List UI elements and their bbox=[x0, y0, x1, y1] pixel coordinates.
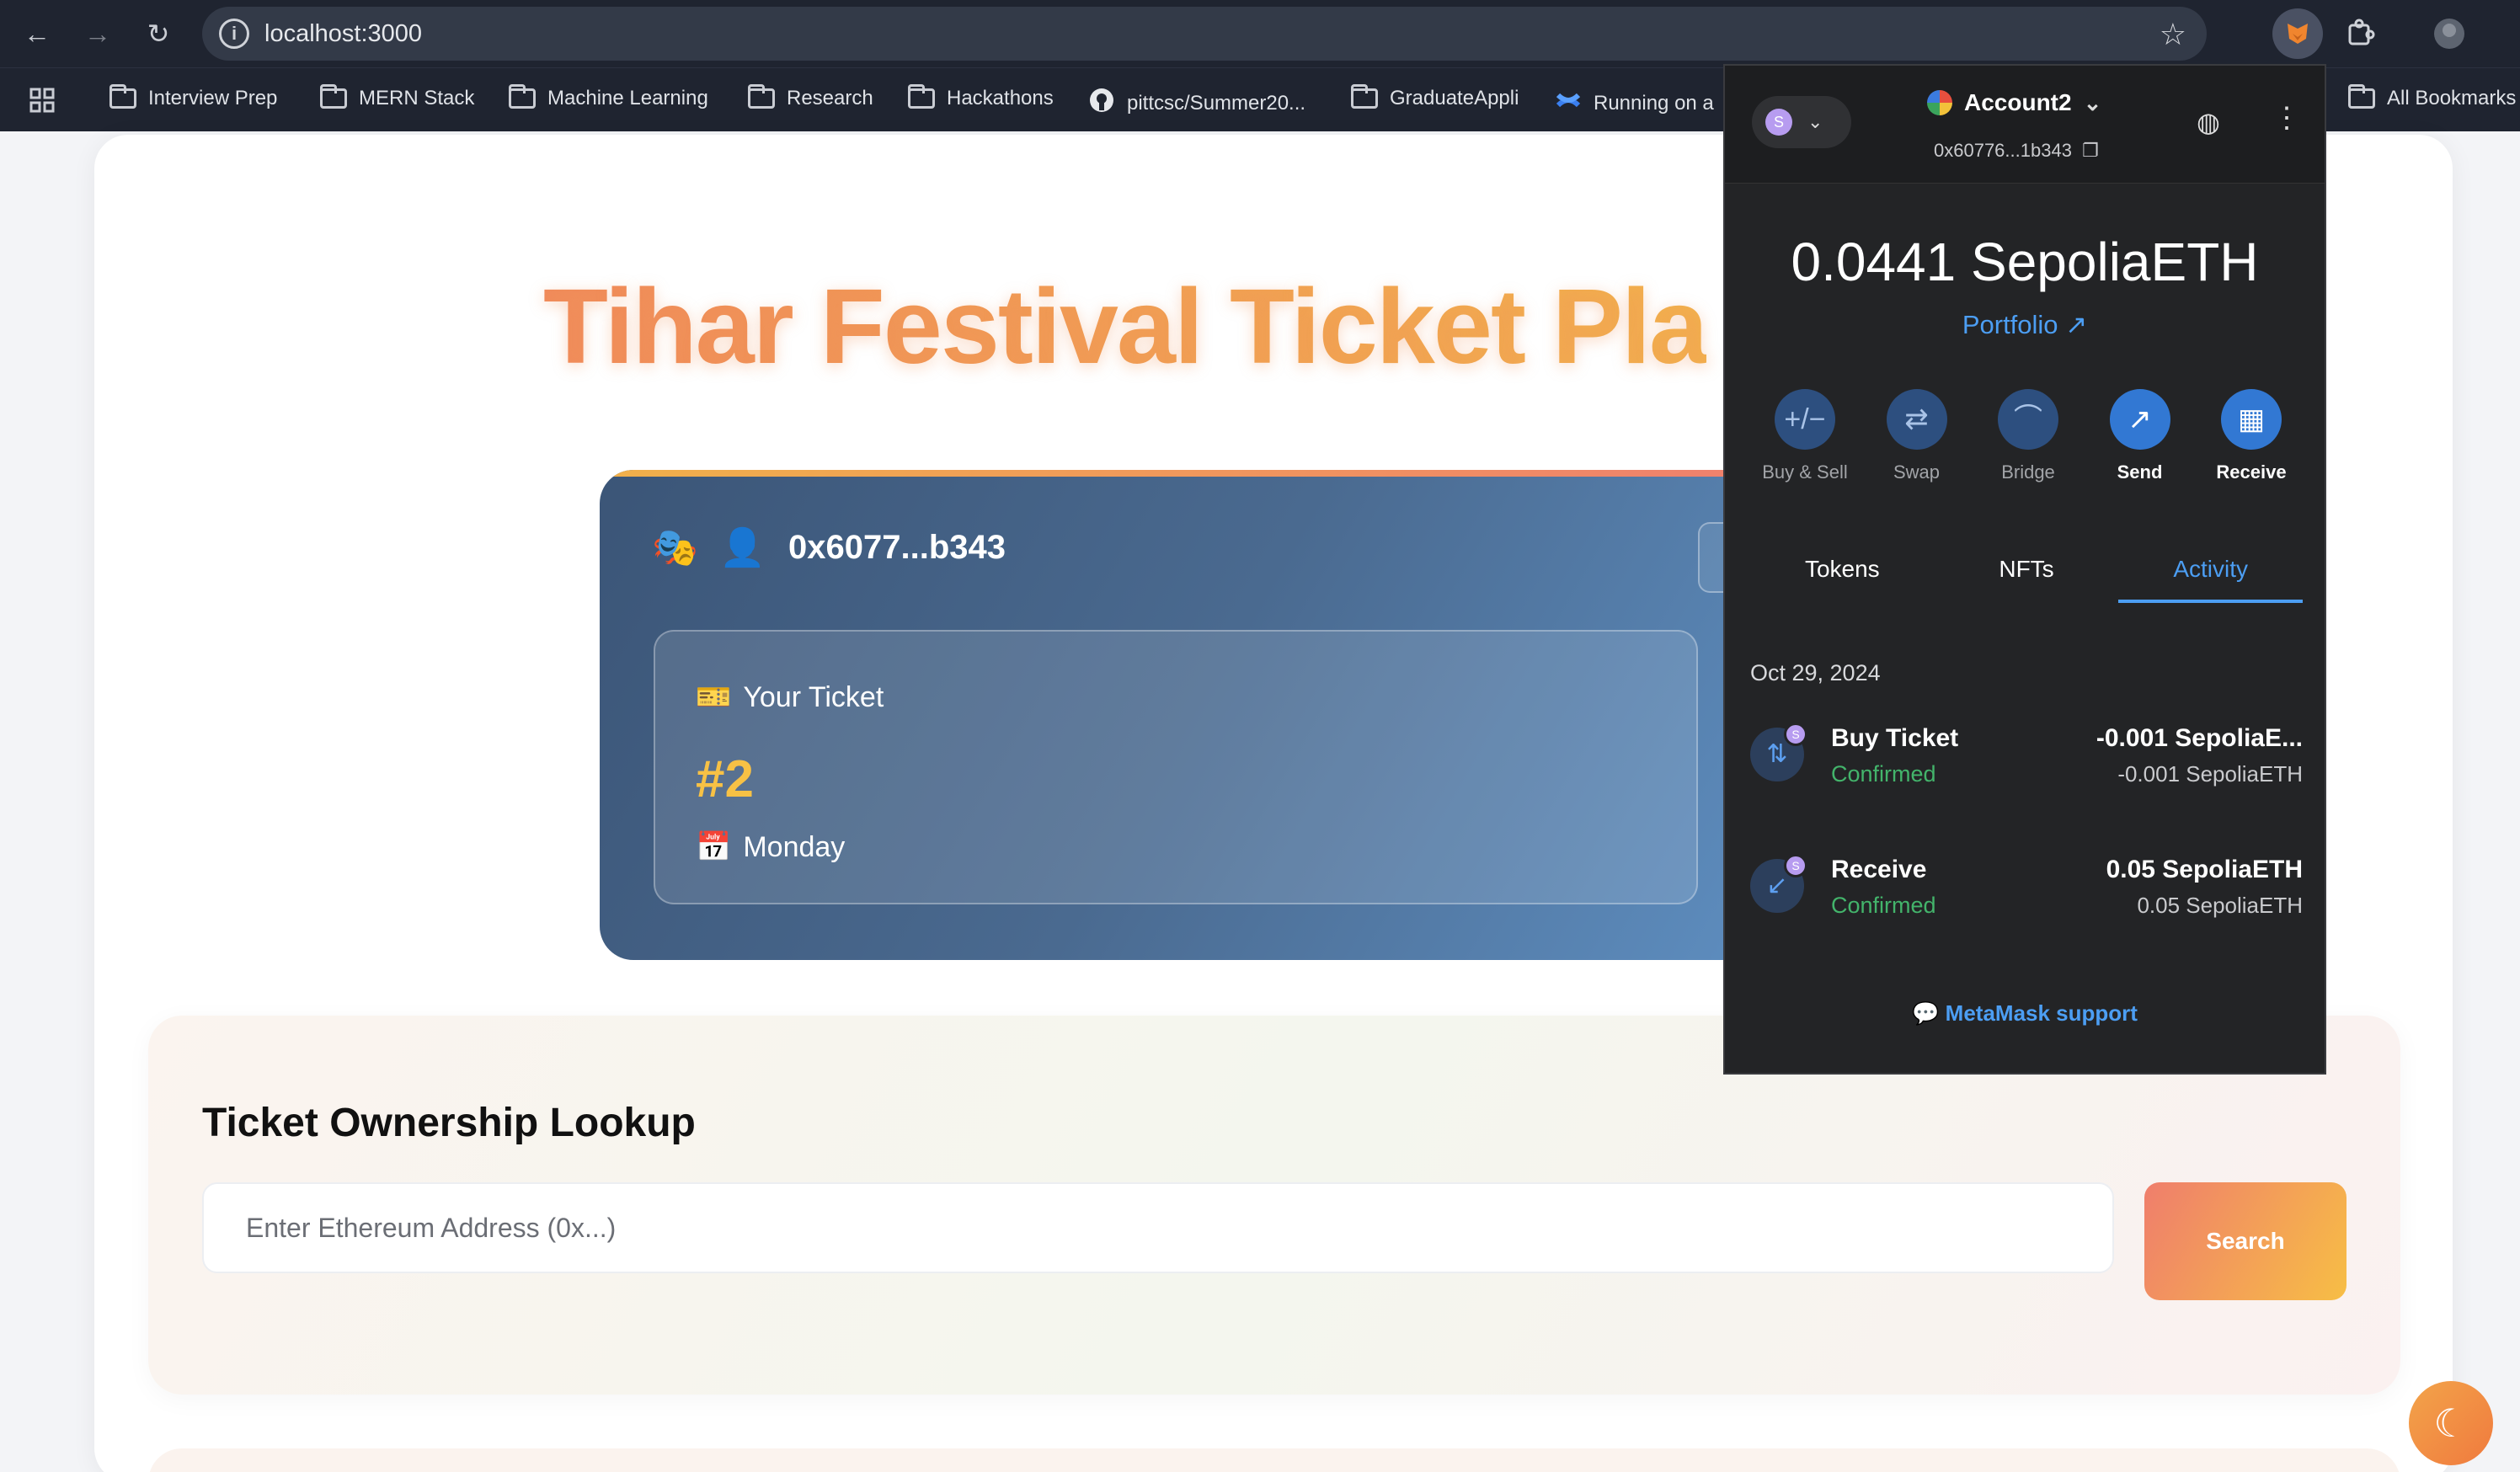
your-ticket-panel: 🎫 Your Ticket #2 📅 Monday bbox=[654, 630, 1698, 904]
theater-masks-icon: 🎭 bbox=[652, 527, 698, 568]
account-selector[interactable]: Account2 ⌄ bbox=[1927, 89, 2101, 116]
bookmark-mern-stack[interactable]: MERN Stack bbox=[320, 84, 474, 110]
activity-row-buy-ticket[interactable]: ⇅ S Buy Ticket Confirmed -0.001 SepoliaE.… bbox=[1750, 714, 2303, 807]
bridge-icon: ⌒ bbox=[1998, 389, 2058, 450]
account-avatar bbox=[1927, 90, 1952, 115]
bookmark-all-bookmarks[interactable]: All Bookmarks bbox=[2348, 84, 2516, 110]
metamask-header: S ⌄ Account2 ⌄ 0x60776...1b343 ❐ ◍ ⋮ bbox=[1725, 66, 2325, 184]
site-info-icon[interactable]: i bbox=[219, 19, 249, 49]
more-options-icon[interactable]: ⋮ bbox=[2272, 101, 2301, 135]
copy-icon[interactable]: ❐ bbox=[2082, 140, 2099, 161]
transaction-status: Confirmed bbox=[1831, 893, 1936, 918]
folder-icon bbox=[748, 84, 775, 109]
transaction-amount-fiat: -0.001 SepoliaETH bbox=[2117, 761, 2303, 787]
folder-icon bbox=[908, 84, 935, 109]
tab-activity[interactable]: Activity bbox=[2118, 547, 2304, 603]
contract-interaction-icon: ⇅ S bbox=[1750, 723, 1807, 781]
wallet-address: 0x6077...b343 bbox=[788, 529, 1006, 566]
next-section-card bbox=[148, 1448, 2400, 1472]
reload-icon[interactable]: ↻ bbox=[140, 15, 177, 52]
chevron-down-icon: ⌄ bbox=[2083, 89, 2102, 115]
bookmark-interview-prep[interactable]: Interview Prep bbox=[109, 84, 277, 110]
receive-arrow-icon: ↙ S bbox=[1750, 854, 1807, 913]
chevron-down-icon: ⌄ bbox=[1807, 111, 1823, 132]
folder-icon bbox=[109, 84, 136, 109]
tab-tokens[interactable]: Tokens bbox=[1750, 547, 1935, 603]
transaction-amount-fiat: 0.05 SepoliaETH bbox=[2137, 893, 2303, 918]
page-title: Tihar Festival Ticket Pla bbox=[543, 267, 1708, 386]
dark-mode-toggle-icon[interactable]: ☾ bbox=[2409, 1381, 2493, 1465]
connected-sites-icon[interactable]: ◍ bbox=[2197, 106, 2220, 138]
buy-sell-icon: +/− bbox=[1775, 389, 1835, 450]
transaction-name: Receive bbox=[1831, 856, 1927, 883]
external-link-icon: ↗ bbox=[2065, 310, 2088, 339]
activity-row-receive[interactable]: ↙ S Receive Confirmed 0.05 SepoliaETH 0.0… bbox=[1750, 845, 2303, 938]
search-button[interactable]: Search bbox=[2144, 1182, 2346, 1300]
transaction-name: Buy Ticket bbox=[1831, 724, 1959, 752]
profile-avatar[interactable] bbox=[2424, 8, 2475, 59]
apps-grid-icon[interactable] bbox=[29, 87, 56, 114]
address-bar[interactable]: i localhost:3000 ☆ bbox=[202, 7, 2207, 61]
forward-icon[interactable]: → bbox=[79, 15, 116, 52]
account-name: Account2 bbox=[1964, 89, 2072, 115]
back-icon[interactable]: ← bbox=[19, 15, 56, 52]
folder-icon bbox=[1351, 84, 1378, 109]
send-arrow-icon: ↗ bbox=[2109, 389, 2170, 450]
network-selector[interactable]: S ⌄ bbox=[1752, 96, 1851, 148]
ticket-card: 🎭 👤 0x6077...b343 🎫 Your Ticket #2 📅 Mon… bbox=[600, 470, 1779, 960]
activity-date: Oct 29, 2024 bbox=[1750, 660, 1881, 685]
metamask-extension-icon[interactable] bbox=[2272, 8, 2323, 59]
chat-bubble-icon: 💬 bbox=[1912, 1000, 1940, 1026]
network-badge: S bbox=[1784, 723, 1807, 746]
ticket-icon: 🎫 bbox=[696, 681, 732, 713]
ticket-day: 📅 Monday bbox=[696, 830, 846, 864]
folder-icon bbox=[509, 84, 536, 109]
tab-nfts[interactable]: NFTs bbox=[1935, 547, 2119, 603]
network-badge: S bbox=[1784, 854, 1807, 877]
user-icon: 👤 bbox=[719, 527, 766, 568]
transaction-status: Confirmed bbox=[1831, 761, 1936, 787]
bookmark-running-on-a[interactable]: Running on a bbox=[1555, 87, 1714, 120]
metamask-popup: S ⌄ Account2 ⌄ 0x60776...1b343 ❐ ◍ ⋮ 0.0… bbox=[1723, 64, 2326, 1075]
card-accent-line bbox=[600, 470, 1779, 477]
bookmark-pittcsc[interactable]: pittcsc/Summer20... bbox=[1088, 87, 1305, 120]
bridge-button[interactable]: ⌒ Bridge bbox=[1982, 389, 2074, 483]
portfolio-link[interactable]: Portfolio ↗ bbox=[1725, 310, 2325, 340]
browser-toolbar: ← → ↻ i localhost:3000 ☆ bbox=[0, 0, 2520, 67]
wallet-tabs: Tokens NFTs Activity bbox=[1750, 547, 2304, 603]
github-icon bbox=[1088, 87, 1115, 120]
folder-icon bbox=[2348, 84, 2375, 109]
network-badge: S bbox=[1765, 109, 1792, 136]
bookmark-star-icon[interactable]: ☆ bbox=[2160, 17, 2186, 52]
wallet-actions: +/− Buy & Sell ⇄ Swap ⌒ Bridge ↗ Send ▦ Recei… bbox=[1759, 389, 2298, 483]
url-text[interactable]: localhost:3000 bbox=[264, 20, 422, 48]
buy-sell-button[interactable]: +/− Buy & Sell bbox=[1759, 389, 1851, 483]
confluence-icon bbox=[1555, 87, 1582, 120]
your-ticket-label: 🎫 Your Ticket bbox=[696, 680, 884, 714]
lookup-heading: Ticket Ownership Lookup bbox=[202, 1101, 696, 1145]
bookmark-graduate-appli[interactable]: GraduateAppli bbox=[1351, 84, 1519, 110]
swap-button[interactable]: ⇄ Swap bbox=[1871, 389, 1963, 483]
qr-code-icon: ▦ bbox=[2221, 389, 2282, 450]
ethereum-address-input[interactable] bbox=[202, 1182, 2114, 1273]
bookmark-research[interactable]: Research bbox=[748, 84, 873, 110]
calendar-icon: 📅 bbox=[696, 831, 732, 863]
send-button[interactable]: ↗ Send bbox=[2094, 389, 2186, 483]
transaction-amount: 0.05 SepoliaETH bbox=[2106, 856, 2303, 883]
bookmark-hackathons[interactable]: Hackathons bbox=[908, 84, 1054, 110]
account-address-copy[interactable]: 0x60776...1b343 ❐ bbox=[1934, 140, 2099, 162]
swap-icon: ⇄ bbox=[1886, 389, 1947, 450]
extensions-puzzle-icon[interactable] bbox=[2335, 8, 2385, 59]
account-balance: 0.0441 SepoliaETH bbox=[1791, 232, 2259, 292]
metamask-support-link[interactable]: 💬 MetaMask support bbox=[1725, 1000, 2325, 1027]
bookmark-machine-learning[interactable]: Machine Learning bbox=[509, 84, 708, 110]
ticket-number: #2 bbox=[696, 750, 754, 808]
folder-icon bbox=[320, 84, 347, 109]
transaction-amount: -0.001 SepoliaE... bbox=[2096, 724, 2303, 752]
receive-button[interactable]: ▦ Receive bbox=[2205, 389, 2298, 483]
